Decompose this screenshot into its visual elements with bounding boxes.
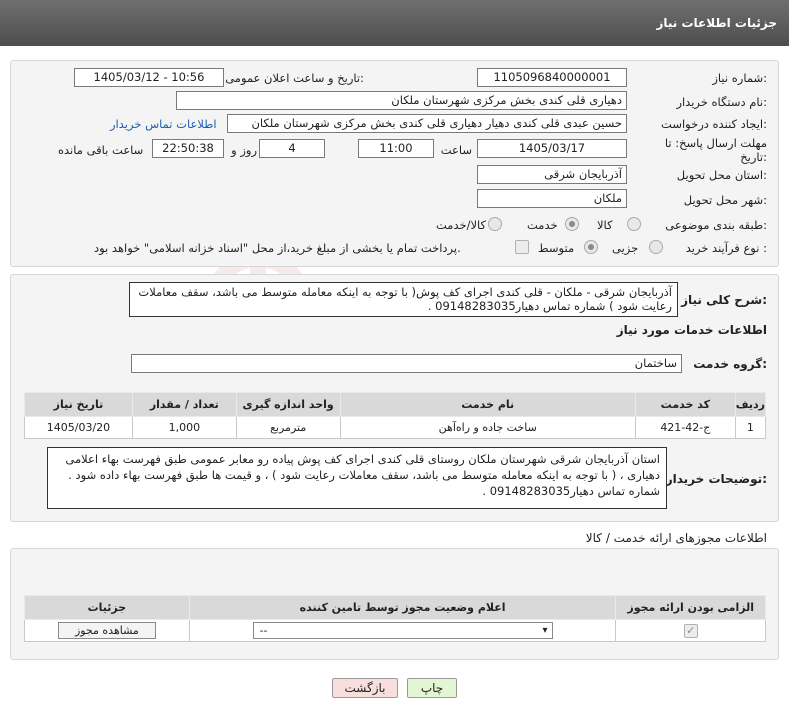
category-goods-label: کالا	[597, 218, 613, 232]
creator-field: حسین عبدی قلی کندی دهیار دهیاری قلی کندی…	[227, 114, 627, 133]
process-type-label: نوع فرآیند خرید :	[685, 241, 767, 255]
treasury-checkbox[interactable]	[515, 240, 529, 254]
permit-status-select[interactable]: -- ▾	[252, 622, 553, 639]
col-need-date: تاریخ نیاز	[24, 392, 133, 417]
chevron-down-icon: ▾	[542, 625, 548, 636]
cell-unit: مترمربع	[235, 416, 341, 439]
services-table: ردیف کد خدمت نام خدمت واحد اندازه گیری ت…	[24, 392, 767, 439]
header-bar: جزئیات اطلاعات نیاز	[0, 0, 789, 46]
remaining-days-label: روز و	[231, 143, 257, 157]
process-small-label: جزیی	[612, 241, 639, 255]
category-label: طبقه بندی موضوعی:	[665, 218, 767, 232]
service-group-field: ساختمان	[131, 354, 682, 373]
category-service-radio[interactable]	[565, 217, 579, 231]
cell-quantity: 1,000	[131, 416, 237, 439]
buyer-notes-text: استان آذربایجان شرقی شهرستان ملکان روستا…	[47, 447, 667, 509]
cell-row: 1	[734, 416, 767, 439]
permits-title: اطلاعات مجوزهای ارائه خدمت / کالا	[585, 531, 767, 545]
category-goods-radio[interactable]	[627, 217, 641, 231]
permit-status-cell: -- ▾	[188, 619, 617, 642]
back-button[interactable]: بازگشت	[332, 678, 398, 698]
city-label: شهر محل تحویل:	[683, 193, 767, 207]
col-permit-details: جزئیات	[24, 595, 190, 620]
print-button[interactable]: چاپ	[407, 678, 457, 698]
col-permit-status: اعلام وضعیت مجوز توسط تامین کننده	[188, 595, 617, 620]
province-label: استان محل تحویل:	[676, 168, 767, 182]
deadline-date-field: 1405/03/17	[477, 139, 627, 158]
description-text: آذربایجان شرقی - ملکان - قلی کندی اجرای …	[129, 282, 678, 317]
creator-label: ایجاد کننده درخواست:	[661, 117, 767, 131]
process-medium-label: متوسط	[538, 241, 575, 255]
deadline-time-label: ساعت	[440, 143, 472, 157]
col-unit: واحد اندازه گیری	[235, 392, 341, 417]
col-permit-required: الزامی بودن ارائه مجوز	[615, 595, 766, 620]
cell-need-date: 1405/03/20	[24, 416, 133, 439]
buyer-field: دهیاری قلی کندی بخش مرکزی شهرستان ملکان	[176, 91, 627, 110]
table-row: 1 ج-42-421 ساخت جاده و راه‌آهن مترمربع 1…	[24, 416, 767, 439]
col-quantity: تعداد / مقدار	[131, 392, 237, 417]
category-both-radio[interactable]	[488, 217, 502, 231]
process-small-radio[interactable]	[649, 240, 663, 254]
col-row: ردیف	[734, 392, 767, 417]
buyer-notes-label: توضیحات خریدار:	[665, 472, 767, 486]
deadline-label: مهلت ارسال پاسخ: تا تاریخ:	[664, 136, 767, 164]
city-field: ملکان	[477, 189, 627, 208]
permit-row: ✓ -- ▾ مشاهده مجوز	[24, 619, 766, 642]
view-permit-button[interactable]: مشاهده مجوز	[57, 622, 156, 639]
permit-required-checkbox: ✓	[683, 623, 698, 638]
description-label: شرح کلی نیاز:	[681, 293, 767, 307]
buyer-contact-link[interactable]: اطلاعات تماس خریدار	[110, 117, 217, 131]
buyer-label: نام دستگاه خریدار:	[676, 95, 767, 109]
process-medium-radio[interactable]	[584, 240, 598, 254]
services-title: اطلاعات خدمات مورد نیاز	[616, 323, 767, 337]
category-both-label: کالا/خدمت	[436, 218, 487, 232]
page-title: جزئیات اطلاعات نیاز	[656, 16, 777, 30]
cell-service-code: ج-42-421	[634, 416, 736, 439]
col-service-name: نام خدمت	[339, 392, 636, 417]
deadline-time-field: 11:00	[358, 139, 434, 158]
province-field: آذربایجان شرقی	[477, 165, 627, 184]
need-number-field: 1105096840000001	[477, 68, 627, 87]
permit-required-cell: ✓	[615, 619, 766, 642]
announce-date-label: تاریخ و ساعت اعلان عمومی:	[225, 71, 364, 85]
remaining-time-field: 22:50:38	[152, 139, 224, 158]
remaining-time-label: ساعت باقی مانده	[58, 143, 144, 157]
col-service-code: کد خدمت	[634, 392, 736, 417]
treasury-note: پرداخت تمام یا بخشی از مبلغ خرید،از محل …	[94, 241, 461, 255]
permit-details-cell: مشاهده مجوز	[24, 619, 190, 642]
remaining-days-field: 4	[259, 139, 325, 158]
announce-date-field: 1405/03/12 - 10:56	[74, 68, 224, 87]
cell-service-name: ساخت جاده و راه‌آهن	[339, 416, 636, 439]
need-number-label: شماره نیاز:	[712, 71, 767, 85]
service-group-label: گروه خدمت:	[693, 357, 767, 371]
permits-table: الزامی بودن ارائه مجوز اعلام وضعیت مجوز …	[24, 595, 766, 642]
category-service-label: خدمت	[527, 218, 558, 232]
permit-status-value: --	[259, 624, 268, 637]
